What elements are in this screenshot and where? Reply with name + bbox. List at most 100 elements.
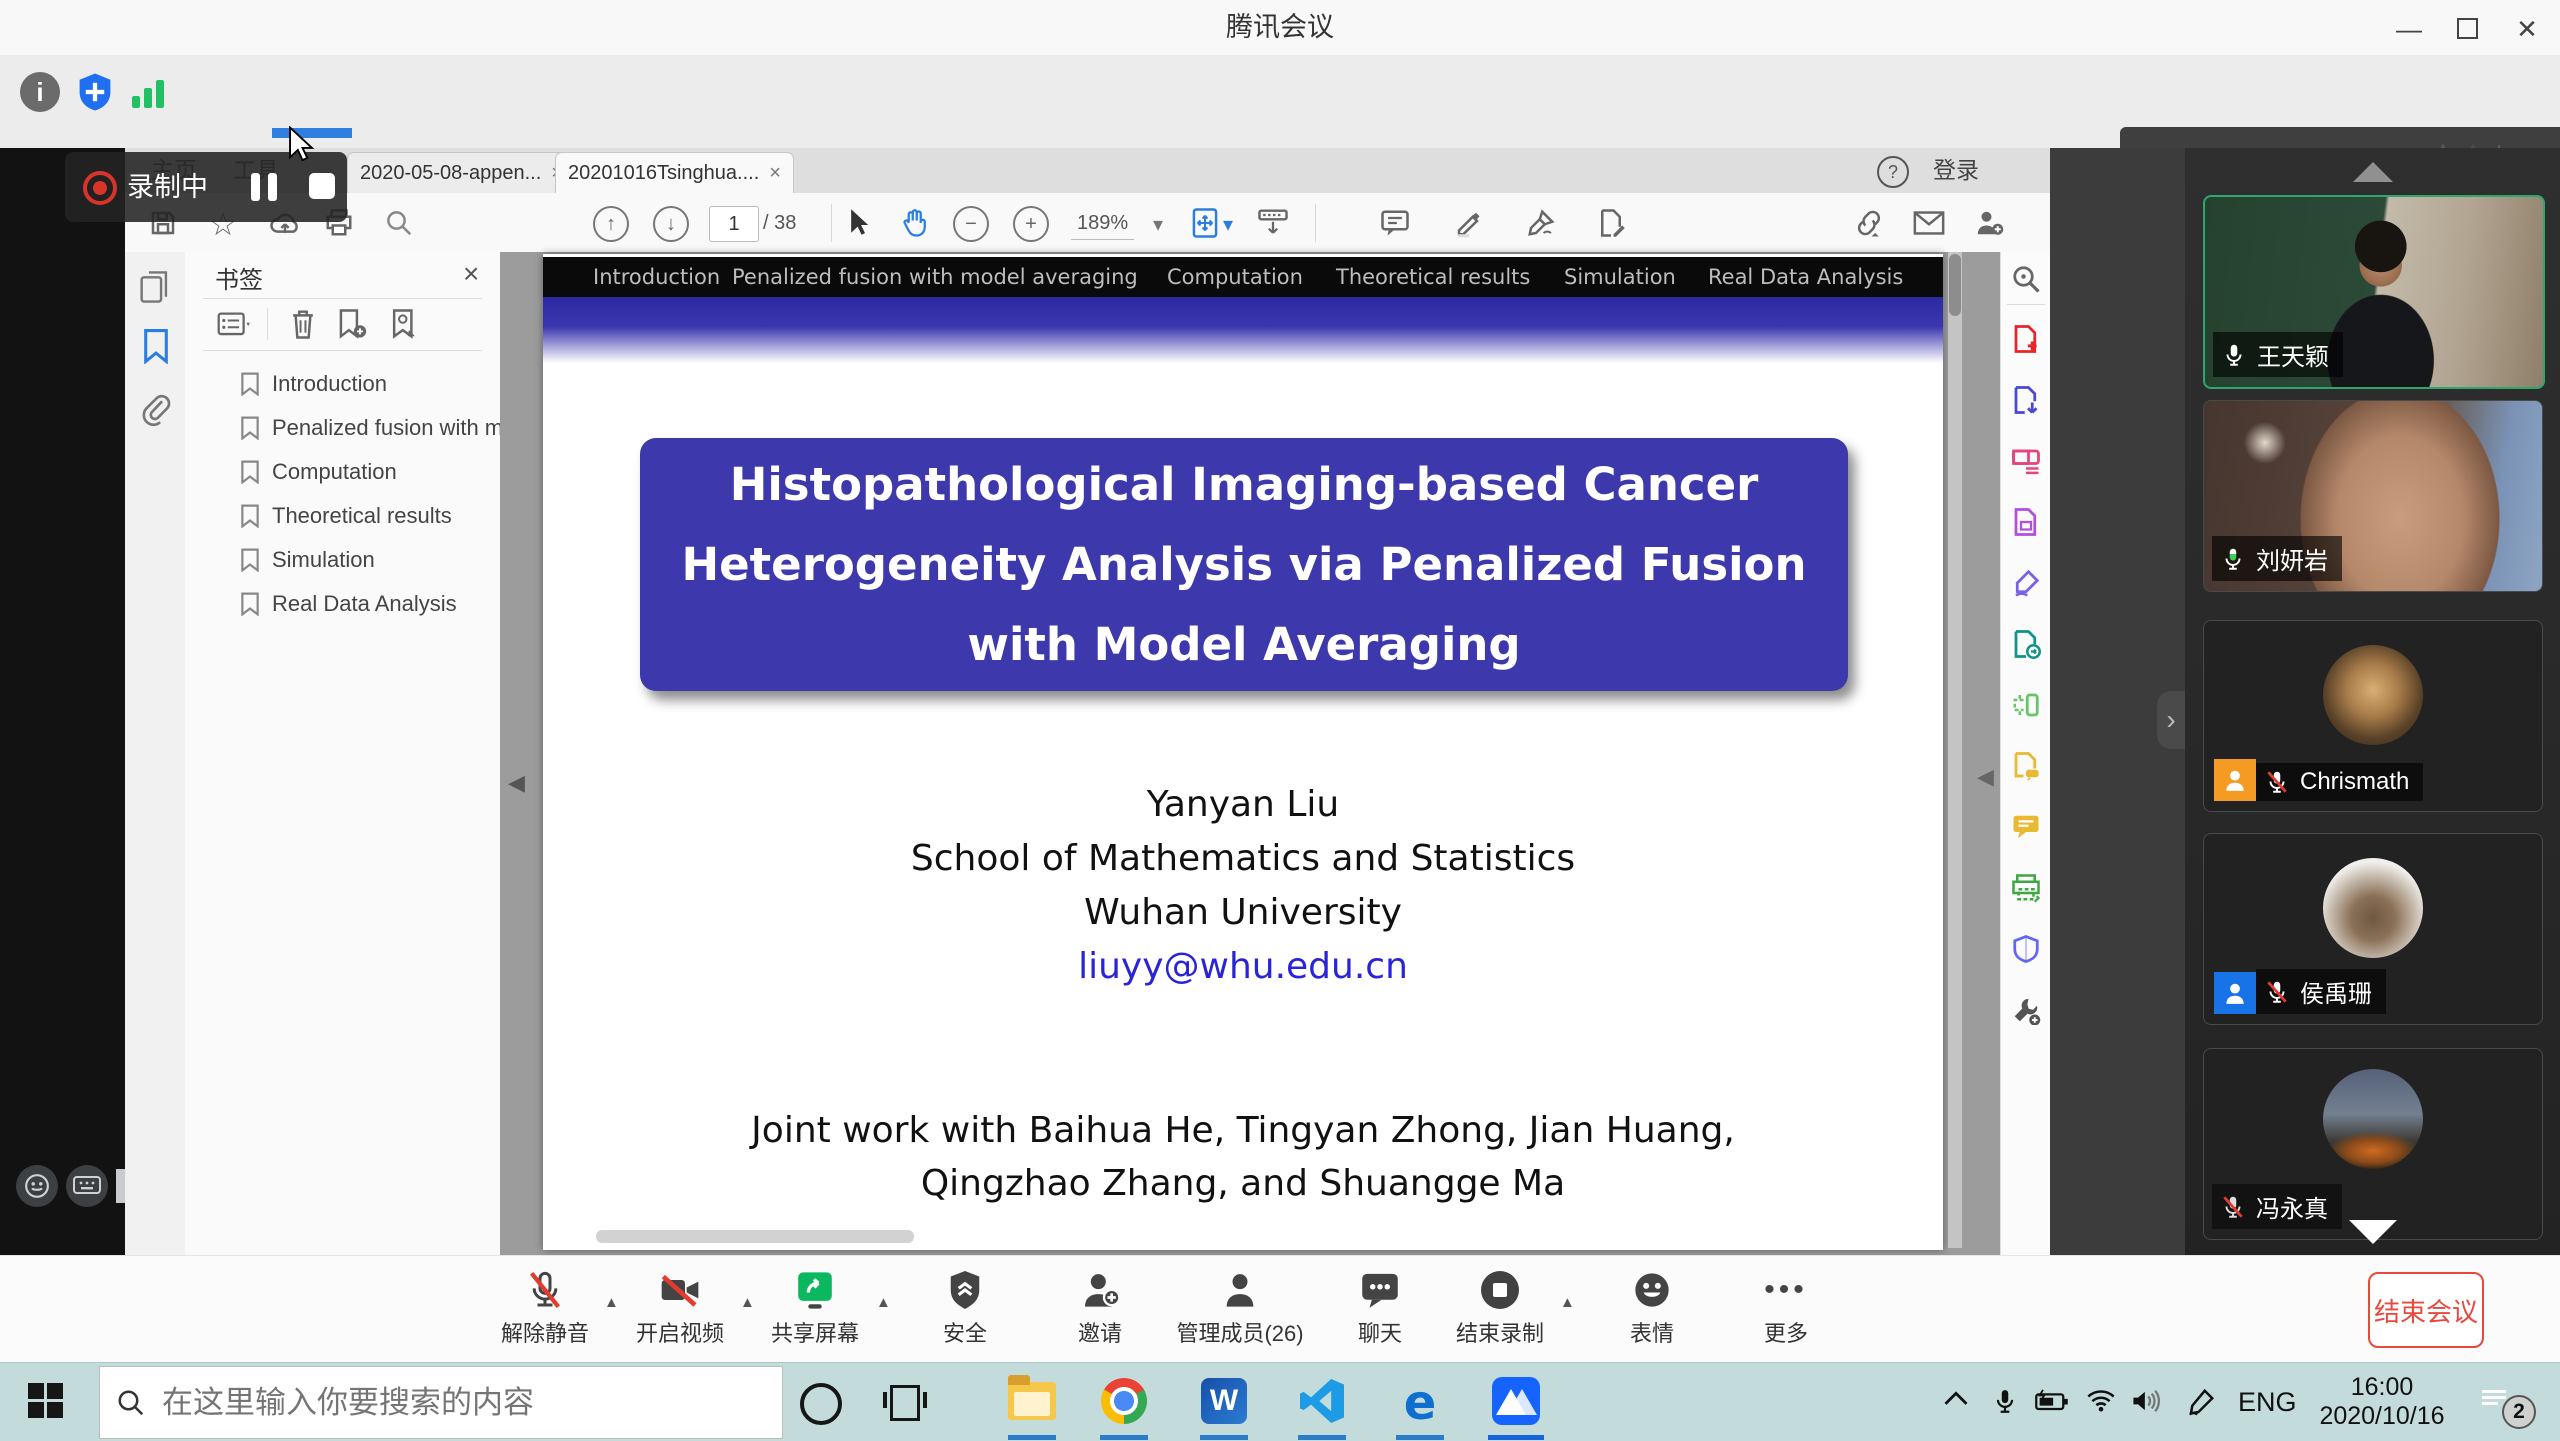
select-tool-button[interactable] bbox=[841, 205, 877, 241]
page-thumbnails-icon[interactable] bbox=[139, 270, 171, 304]
pdf-doc-tab-2-active[interactable]: 20201016Tsinghua.... × bbox=[555, 152, 794, 194]
start-video-button[interactable]: 开启视频 bbox=[615, 1266, 745, 1348]
stop-recording-toolbar-button[interactable]: 结束录制 bbox=[1435, 1266, 1565, 1348]
search-tools-icon[interactable] bbox=[2009, 262, 2043, 296]
find-bookmark-icon[interactable] bbox=[389, 308, 419, 340]
hand-tool-button-active[interactable] bbox=[897, 205, 933, 241]
bookmarks-close-button[interactable]: × bbox=[463, 258, 479, 290]
tray-expand-chevron[interactable] bbox=[1942, 1387, 1970, 1409]
security-button[interactable]: 安全 bbox=[900, 1266, 1030, 1348]
share-options-caret[interactable]: ▲ bbox=[876, 1294, 891, 1311]
participant-tile[interactable]: Chrismath bbox=[2203, 620, 2543, 812]
invite-button[interactable]: 邀请 bbox=[1035, 1266, 1165, 1348]
stop-recording-button[interactable] bbox=[309, 173, 335, 199]
protect-icon[interactable] bbox=[2009, 932, 2043, 966]
tray-mic-icon[interactable] bbox=[1992, 1387, 2018, 1417]
login-button[interactable]: 登录 bbox=[1933, 148, 1979, 193]
bookmark-item[interactable]: Theoretical results bbox=[240, 496, 452, 536]
tab-close-icon[interactable]: × bbox=[769, 162, 781, 185]
tray-pen-icon[interactable] bbox=[2186, 1387, 2216, 1417]
fit-page-button[interactable] bbox=[1187, 205, 1223, 241]
slide-email-link[interactable]: liuyy@whu.edu.cn bbox=[543, 946, 1943, 987]
participant-tile[interactable]: 冯永真 bbox=[2203, 1048, 2543, 1240]
edit-pdf-icon[interactable] bbox=[2009, 444, 2043, 478]
end-meeting-button[interactable]: 结束会议 bbox=[2368, 1272, 2484, 1348]
search-input[interactable] bbox=[160, 1384, 724, 1422]
more-tools-icon[interactable] bbox=[2009, 993, 2043, 1027]
bookmark-item[interactable]: Penalized fusion with mode bbox=[240, 408, 540, 448]
next-page-button[interactable]: ↓ bbox=[653, 206, 689, 242]
participant-tile[interactable]: 侯禹珊 bbox=[2203, 833, 2543, 1025]
chat-button[interactable]: 聊天 bbox=[1315, 1266, 1445, 1348]
close-button[interactable]: ✕ bbox=[2510, 14, 2544, 42]
vertical-scrollbar-track[interactable] bbox=[1948, 252, 1962, 1248]
taskbar-search[interactable] bbox=[99, 1366, 783, 1439]
scan-ocr-icon[interactable] bbox=[2009, 688, 2043, 722]
sign-tool-button[interactable] bbox=[1523, 205, 1559, 241]
help-button[interactable]: ? bbox=[1877, 156, 1909, 188]
unmute-button[interactable]: 解除静音 bbox=[480, 1266, 610, 1348]
zoom-in-button[interactable]: + bbox=[1013, 206, 1049, 242]
create-pdf-icon[interactable] bbox=[2009, 322, 2043, 356]
find-button[interactable] bbox=[381, 205, 417, 241]
delete-bookmark-icon[interactable] bbox=[289, 308, 317, 340]
zoom-dropdown-icon[interactable]: ▾ bbox=[1153, 212, 1163, 237]
attachments-icon[interactable] bbox=[141, 394, 171, 428]
comment-tool-button[interactable] bbox=[1377, 205, 1413, 241]
emoji-reaction-button[interactable] bbox=[16, 1165, 58, 1207]
maximize-button[interactable] bbox=[2450, 14, 2484, 42]
email-button[interactable] bbox=[1911, 205, 1947, 241]
scroll-up-arrow[interactable] bbox=[2353, 162, 2393, 182]
task-view-button[interactable] bbox=[890, 1385, 920, 1421]
comment-icon[interactable] bbox=[2009, 810, 2043, 844]
previous-page-button[interactable]: ↑ bbox=[593, 206, 629, 242]
tray-wifi-icon[interactable] bbox=[2086, 1387, 2116, 1413]
organize-pages-icon[interactable] bbox=[2009, 505, 2043, 539]
scroll-down-arrow[interactable] bbox=[2349, 1220, 2397, 1244]
taskbar-word[interactable]: W bbox=[1198, 1375, 1250, 1427]
zoom-out-button[interactable]: − bbox=[953, 206, 989, 242]
zoom-level-value[interactable]: 189% bbox=[1071, 212, 1134, 240]
more-button[interactable]: ••• 更多 bbox=[1721, 1266, 1851, 1348]
minimize-button[interactable]: — bbox=[2392, 14, 2426, 42]
highlight-tool-button[interactable] bbox=[1451, 205, 1487, 241]
network-signal-icon[interactable] bbox=[132, 72, 172, 112]
tray-clock[interactable]: 16:00 2020/10/16 bbox=[2312, 1373, 2452, 1431]
export-pdf-icon[interactable] bbox=[2009, 383, 2043, 417]
start-button[interactable] bbox=[28, 1383, 63, 1418]
tray-volume-icon[interactable] bbox=[2130, 1387, 2162, 1415]
taskbar-chrome[interactable] bbox=[1098, 1375, 1150, 1427]
tray-battery-icon[interactable] bbox=[2034, 1387, 2070, 1413]
recording-options-caret[interactable]: ▲ bbox=[1560, 1294, 1575, 1311]
share-link-button[interactable] bbox=[1851, 205, 1887, 241]
bookmark-options-button[interactable] bbox=[217, 310, 251, 340]
meeting-info-icon[interactable]: i bbox=[20, 72, 60, 112]
vertical-scrollbar-thumb[interactable] bbox=[1949, 254, 1961, 316]
bookmark-item[interactable]: Real Data Analysis bbox=[240, 584, 457, 624]
manage-members-button[interactable]: 管理成员(26) bbox=[1165, 1266, 1315, 1348]
print-production-icon[interactable] bbox=[2009, 871, 2043, 905]
request-signatures-icon[interactable] bbox=[2009, 749, 2043, 783]
edit-document-button[interactable] bbox=[1593, 205, 1629, 241]
participants-panel-handle[interactable]: › bbox=[2157, 691, 2185, 749]
taskbar-file-explorer[interactable] bbox=[1006, 1375, 1058, 1427]
shield-health-icon[interactable] bbox=[76, 72, 116, 112]
add-bookmark-icon[interactable] bbox=[337, 308, 367, 340]
bookmark-item[interactable]: Simulation bbox=[240, 540, 375, 580]
pause-recording-button[interactable] bbox=[251, 173, 277, 201]
taskbar-vscode[interactable] bbox=[1296, 1375, 1348, 1427]
bookmark-item[interactable]: Computation bbox=[240, 452, 397, 492]
participant-tile[interactable]: 王天颖 bbox=[2203, 195, 2545, 389]
keyboard-chat-button[interactable] bbox=[66, 1165, 108, 1207]
collapse-tools-arrow[interactable]: ◀ bbox=[1977, 764, 1994, 790]
page-number-input[interactable] bbox=[709, 206, 759, 242]
send-for-comments-icon[interactable] bbox=[2009, 627, 2043, 661]
horizontal-scrollbar-thumb[interactable] bbox=[596, 1230, 914, 1243]
add-user-button[interactable] bbox=[1971, 205, 2007, 241]
reflow-button[interactable] bbox=[1255, 205, 1291, 241]
fill-sign-icon[interactable] bbox=[2009, 566, 2043, 600]
participant-tile[interactable]: 刘妍岩 bbox=[2203, 400, 2543, 592]
share-screen-button[interactable]: 共享屏幕 bbox=[750, 1266, 880, 1348]
collapse-bookmarks-arrow[interactable]: ◀ bbox=[508, 770, 525, 796]
fit-dropdown-icon[interactable]: ▾ bbox=[1223, 212, 1233, 237]
